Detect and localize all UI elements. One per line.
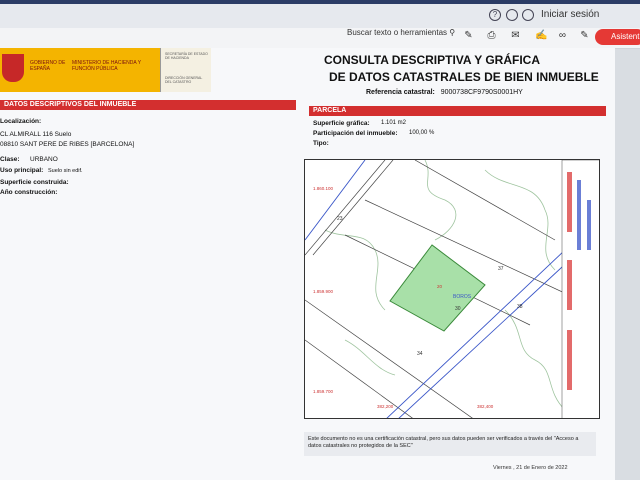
logo-small-bottom: DIRECCIÓN GENERAL DEL CATASTRO <box>165 76 203 84</box>
edit-icon[interactable]: ✎ <box>579 30 590 41</box>
coat-of-arms-icon <box>2 54 24 82</box>
map-label-30: 30 <box>455 306 461 312</box>
top-strip <box>0 0 640 4</box>
map-label-parcel: 20 <box>437 284 443 289</box>
participacion-value: 100,00 % <box>409 130 435 136</box>
doc-title-line1: CONSULTA DESCRIPTIVA Y GRÁFICA <box>324 53 541 67</box>
uso-value: Suelo sin edif. <box>48 168 83 174</box>
loc-label: Localización: <box>0 118 42 125</box>
section-datos-descriptivos: DATOS DESCRIPTIVOS DEL INMUEBLE <box>0 100 296 110</box>
logo-line1: GOBIERNO DE ESPAÑA <box>30 60 66 72</box>
pdf-toolbar: Buscar texto o herramientas ⚲ ✎ ⎙ ✉ ✍ ∞ … <box>0 28 640 49</box>
pdf-page: GOBIERNO DE ESPAÑA MINISTERIO DE HACIEND… <box>0 48 615 480</box>
login-link[interactable]: Iniciar sesión <box>541 9 599 20</box>
search-label: Buscar texto o herramientas <box>347 28 448 37</box>
comment-icon[interactable]: ✎ <box>463 30 474 41</box>
map-label-y2: 1.859.900 <box>313 289 334 294</box>
anio-label: Año construcción: <box>0 189 58 196</box>
disclaimer-note: Este documento no es una certificación c… <box>304 432 596 456</box>
doc-title-line2: DE DATOS CATASTRALES DE BIEN INMUEBLE <box>329 70 599 84</box>
search-icon: ⚲ <box>449 28 456 37</box>
catastro-logo: SECRETARÍA DE ESTADO DE HACIENDA DIRECCI… <box>160 48 211 92</box>
ref-value: 9000738CF9790S0001HY <box>440 89 523 96</box>
link-icon[interactable]: ∞ <box>557 30 568 41</box>
sup-construida-label: Superficie construida: <box>0 179 69 186</box>
browser-top-bar: ? Iniciar sesión <box>0 0 640 28</box>
bell-icon[interactable] <box>506 9 518 21</box>
print-icon[interactable]: ⎙ <box>486 30 497 41</box>
tipo-label: Tipo: <box>313 140 329 147</box>
ref-label: Referencia catastral: <box>366 89 435 96</box>
loc-line2: 08810 SANT PERE DE RIBES [BARCELONA] <box>0 141 135 148</box>
apps-icon[interactable] <box>522 9 534 21</box>
clase-label: Clase: <box>0 156 20 163</box>
map-label-23: 23 <box>337 216 343 222</box>
map-label-x2: 382,400 <box>477 404 494 409</box>
map-label-y1: 1.860.100 <box>313 186 334 191</box>
gobierno-logo: GOBIERNO DE ESPAÑA MINISTERIO DE HACIEND… <box>0 48 160 92</box>
help-icon[interactable]: ? <box>489 9 501 21</box>
document-date: Viernes , 21 de Enero de 2022 <box>493 465 568 471</box>
logo-small-top: SECRETARÍA DE ESTADO DE HACIENDA <box>165 52 208 60</box>
email-icon[interactable]: ✉ <box>510 30 521 41</box>
search-tools-input[interactable]: Buscar texto o herramientas ⚲ <box>347 28 455 37</box>
map-label-x1: 382,200 <box>377 404 394 409</box>
map-label-38: 38 <box>517 304 523 310</box>
map-drawing: 1.860.100 1.859.900 1.859.700 382,200 38… <box>305 160 599 418</box>
section-parcela: PARCELA <box>309 106 606 116</box>
ref-catastral: Referencia catastral: 9000738CF9790S0001… <box>366 89 523 96</box>
sup-grafica-value: 1.101 m2 <box>381 120 407 126</box>
uso-label: Uso principal: <box>0 167 44 174</box>
clase-value: URBANO <box>30 156 58 163</box>
map-label-street: BOROS <box>453 294 472 300</box>
logo-line2: MINISTERIO DE HACIENDA Y FUNCIÓN PÚBLICA <box>72 60 141 72</box>
cadastral-map: 1.860.100 1.859.900 1.859.700 382,200 38… <box>304 159 600 419</box>
participacion-label: Participación del inmueble: <box>313 130 398 137</box>
map-label-y3: 1.859.700 <box>313 389 334 394</box>
sup-grafica-label: Superficie gráfica: <box>313 120 370 127</box>
assistant-label: Asistent <box>611 32 640 41</box>
map-label-34: 34 <box>417 351 423 357</box>
assistant-button[interactable]: Asistent <box>595 29 640 45</box>
map-label-37: 37 <box>498 266 504 272</box>
loc-line1: CL ALMIRALL 116 Suelo <box>0 131 72 138</box>
sign-icon[interactable]: ✍ <box>535 30 547 41</box>
